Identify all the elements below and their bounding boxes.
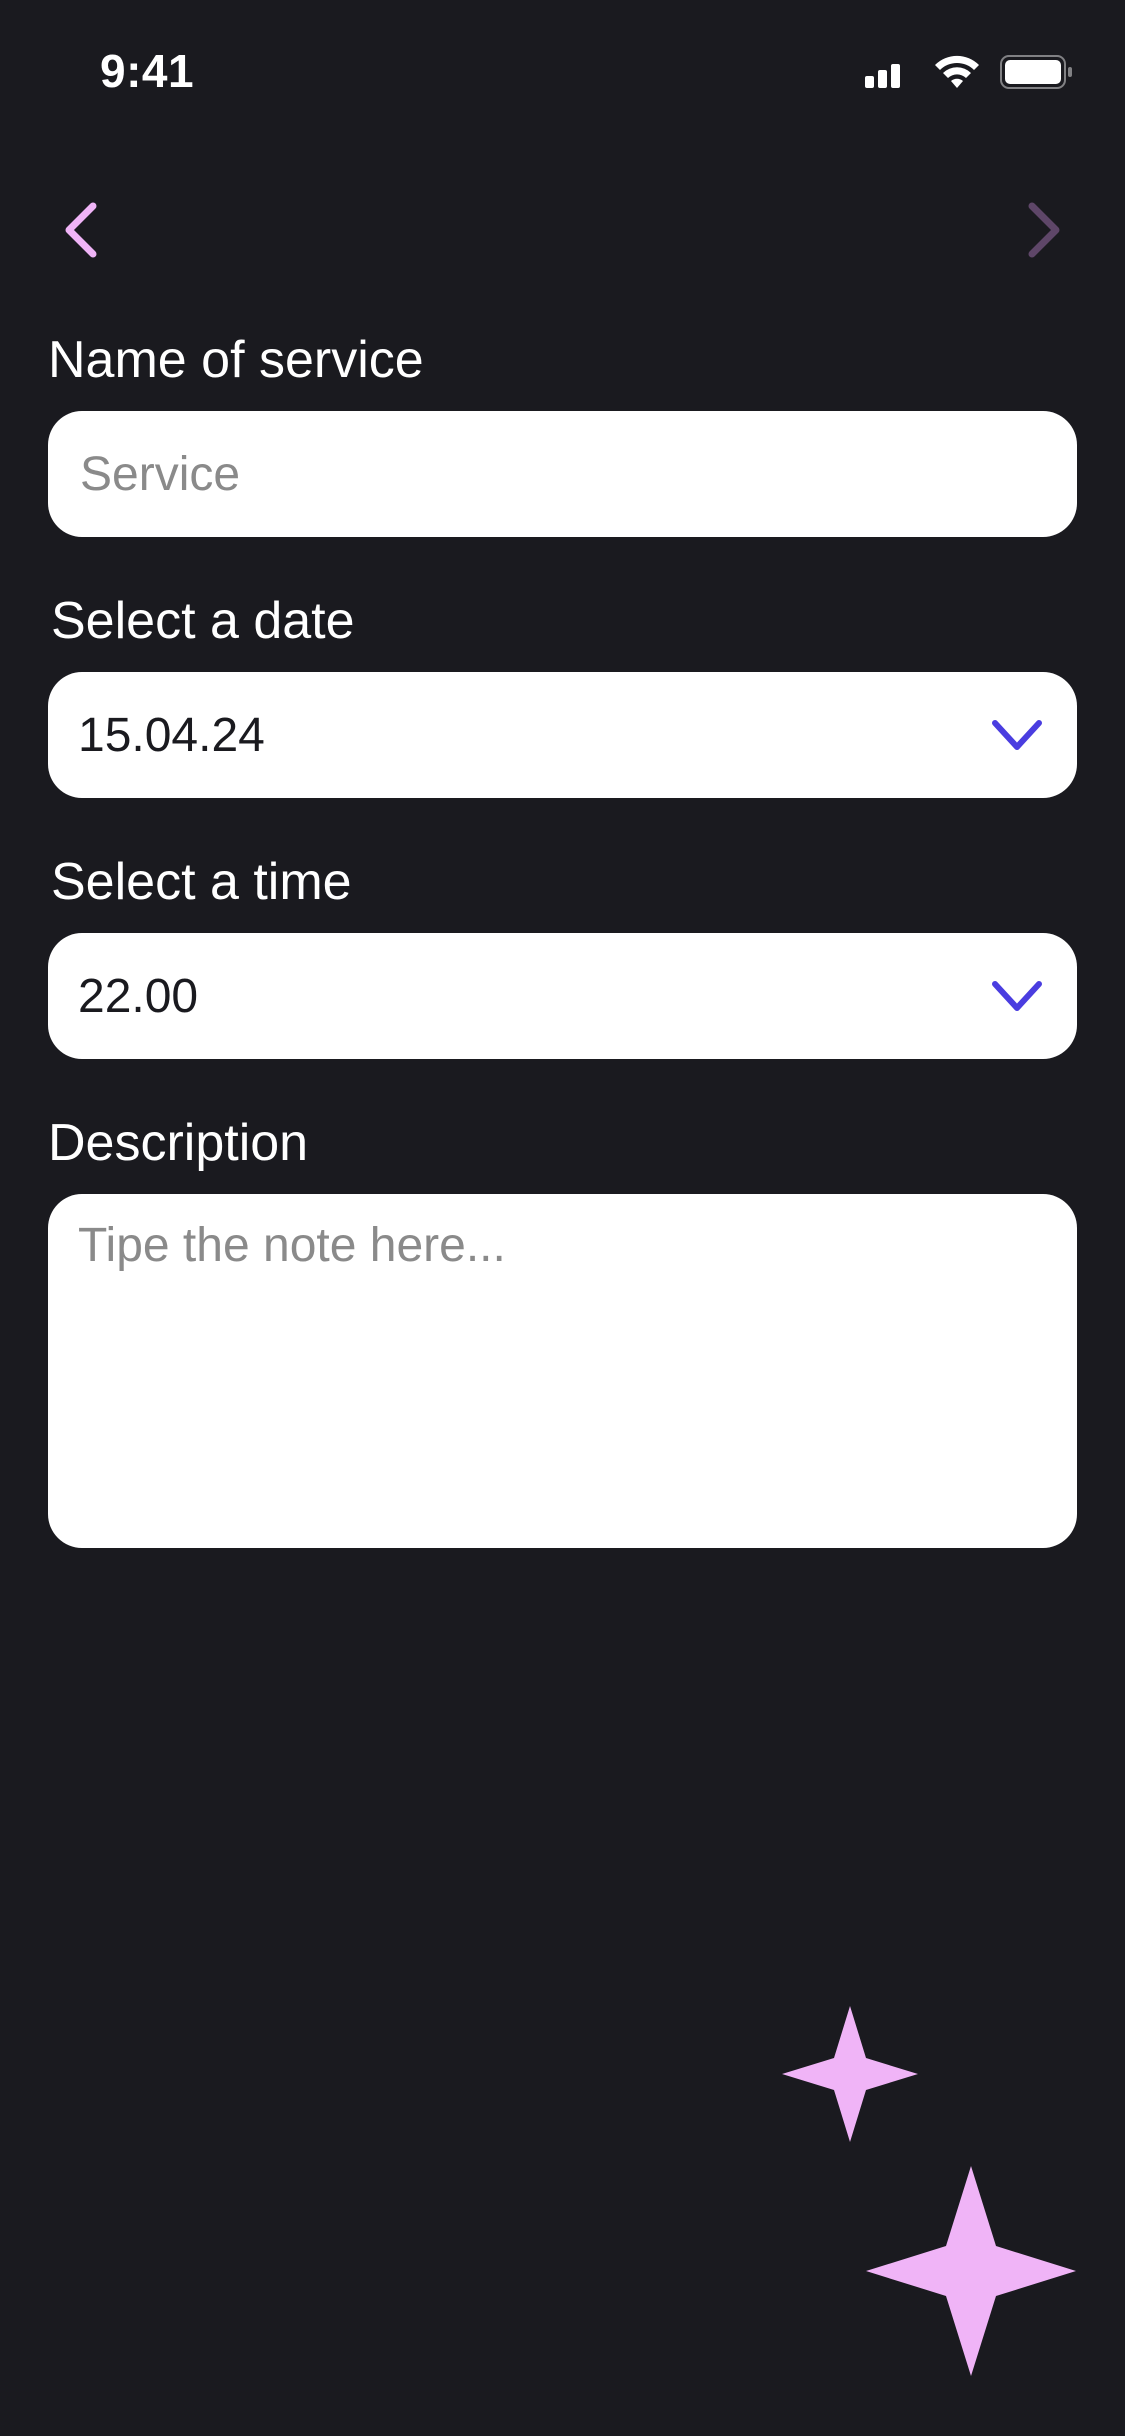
chevron-down-icon[interactable] (987, 715, 1047, 755)
description-label: Description (48, 1114, 309, 1172)
service-label: Name of service (48, 331, 424, 389)
forward-button[interactable] (1009, 195, 1079, 265)
time-label: Select a time (51, 853, 352, 911)
sparkle-icon (782, 2006, 918, 2142)
status-icons (865, 54, 1075, 90)
chevron-down-icon[interactable] (987, 976, 1047, 1016)
service-field[interactable] (48, 411, 1077, 537)
battery-icon (1000, 55, 1072, 89)
chevron-left-icon (65, 202, 97, 258)
time-value: 22.00 (78, 969, 199, 1023)
signal-icon (865, 64, 900, 88)
date-label: Select a date (51, 592, 355, 650)
back-button[interactable] (46, 195, 116, 265)
service-input[interactable] (78, 445, 1047, 503)
date-value: 15.04.24 (78, 708, 265, 762)
time-select[interactable]: 22.00 (48, 933, 1077, 1059)
status-time: 9:41 (100, 45, 195, 97)
chevron-right-icon (1028, 202, 1060, 258)
sparkle-icon (866, 2166, 1076, 2376)
description-input[interactable] (78, 1218, 1047, 1524)
description-field[interactable] (48, 1194, 1077, 1548)
status-bar: 9:41 (0, 0, 1125, 140)
wifi-icon (935, 55, 979, 88)
date-select[interactable]: 15.04.24 (48, 672, 1077, 798)
